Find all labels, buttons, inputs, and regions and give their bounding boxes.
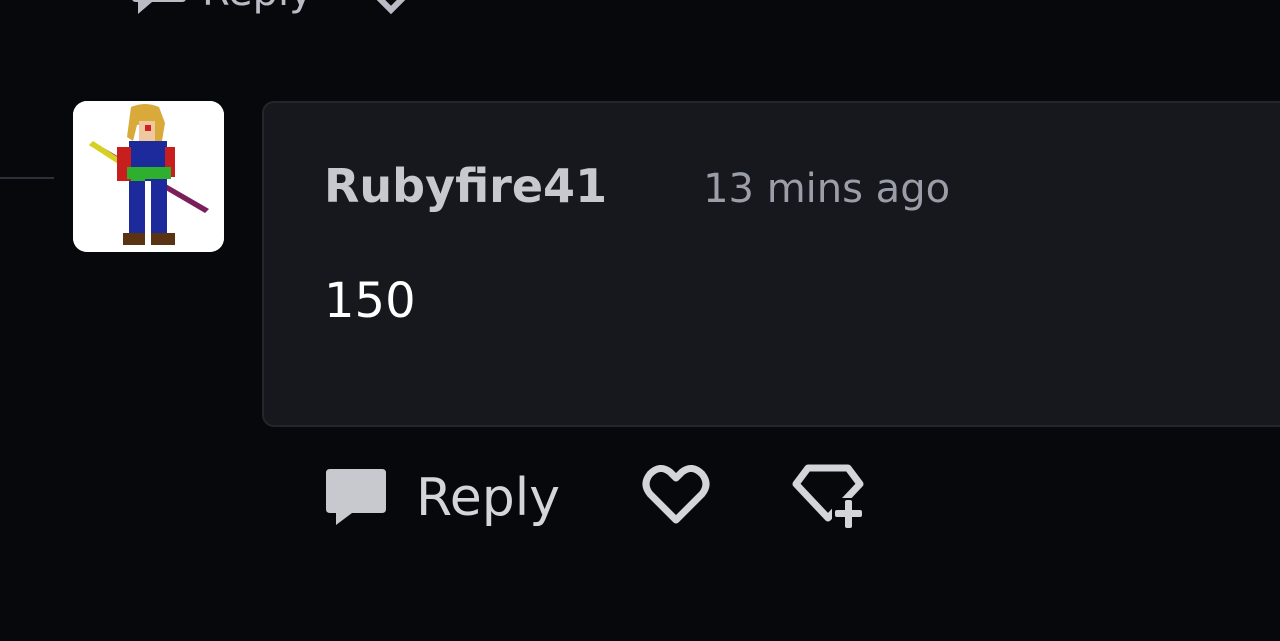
previous-reply-icon[interactable] [130, 0, 188, 20]
thread-connector-line [0, 177, 54, 179]
comment-header: Rubyfire41 13 mins ago [324, 159, 950, 213]
gem-plus-icon [790, 462, 867, 534]
pixel-swordsman-avatar [73, 101, 224, 252]
comment-card: Rubyfire41 13 mins ago 150 [262, 101, 1280, 427]
reply-button[interactable]: Reply [322, 465, 560, 531]
award-button[interactable] [790, 462, 867, 534]
previous-comment-actions: Reply [130, 0, 421, 16]
heart-icon [640, 464, 712, 532]
previous-reply-label[interactable]: Reply [202, 0, 313, 16]
comment-body: 150 [324, 273, 416, 329]
like-button[interactable] [640, 464, 712, 532]
comment-actions: Reply [322, 460, 867, 536]
comment-thread: Reply [0, 0, 1280, 641]
previous-like-icon[interactable] [361, 0, 421, 20]
avatar[interactable] [73, 101, 224, 252]
reply-label: Reply [416, 468, 561, 528]
speech-bubble-icon [322, 465, 390, 531]
comment-timestamp: 13 mins ago [703, 166, 951, 212]
comment-username[interactable]: Rubyfire41 [324, 159, 607, 213]
